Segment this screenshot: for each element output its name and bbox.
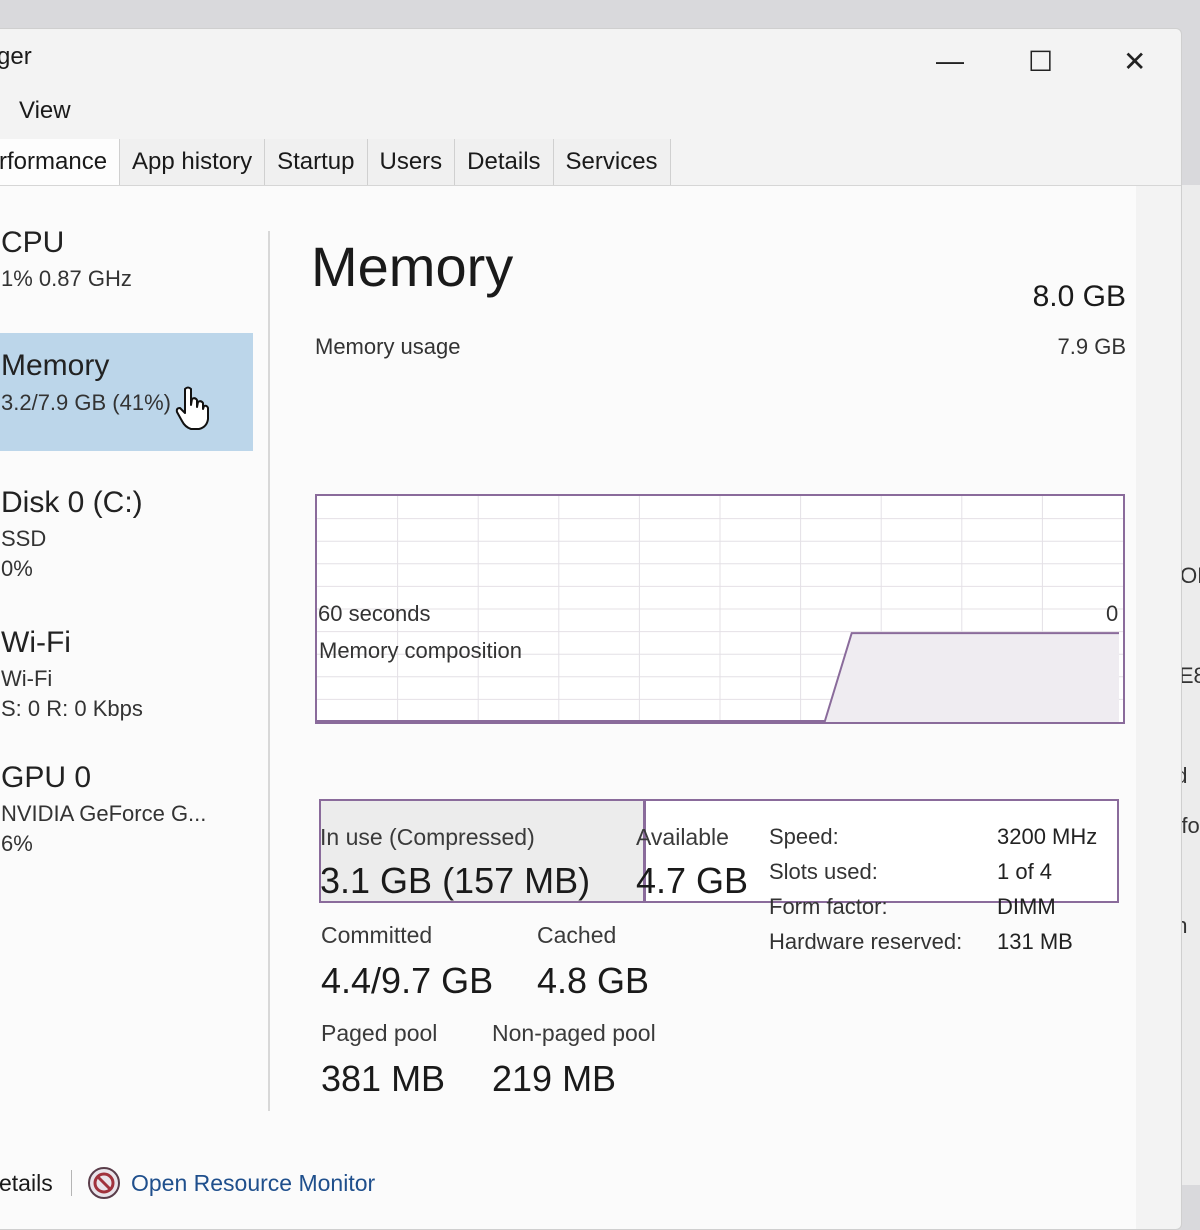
tab-performance[interactable]: rformance (0, 139, 121, 185)
time-axis-left: 60 seconds (318, 601, 431, 626)
slots-used-label: Slots used: (769, 859, 878, 884)
minimize-button[interactable]: — (936, 45, 964, 77)
sidebar-item-detail: 0% (1, 556, 33, 581)
memory-usage-graph (315, 494, 1125, 724)
memory-composition-label: Memory composition (319, 638, 522, 663)
sidebar-item-gpu[interactable]: GPU 0 NVIDIA GeForce G... 6% (0, 751, 253, 861)
fewer-details-link[interactable]: etails (0, 1170, 53, 1197)
slots-used-value: 1 of 4 (997, 859, 1053, 884)
maximize-button[interactable]: ☐ (1028, 45, 1053, 78)
tab-services[interactable]: Services (553, 139, 671, 185)
available-label: Available (636, 824, 729, 850)
sidebar-item-wifi[interactable]: Wi-Fi Wi-Fi S: 0 R: 0 Kbps (0, 616, 253, 726)
tab-startup[interactable]: Startup (265, 139, 368, 185)
open-resource-monitor-link[interactable]: Open Resource Monitor (131, 1170, 375, 1197)
in-use-value: 3.1 GB (157 MB) (320, 860, 591, 901)
footer-bar: etails Open Resource Monitor (0, 1136, 681, 1199)
paged-pool-label: Paged pool (321, 1020, 438, 1046)
task-manager-window: ger — ☐ ✕ View rformance App history Sta… (0, 28, 1182, 1230)
speed-label: Speed: (769, 824, 839, 849)
non-paged-pool-value: 219 MB (492, 1058, 617, 1099)
hardware-reserved-label: Hardware reserved: (769, 929, 963, 954)
sidebar-item-memory[interactable]: Memory 3.2/7.9 GB (41%) (0, 333, 253, 451)
menu-view[interactable]: View (19, 97, 71, 125)
resource-monitor-icon (88, 1167, 120, 1199)
footer-separator (71, 1170, 72, 1196)
sidebar-item-disk[interactable]: Disk 0 (C:) SSD 0% (0, 476, 253, 586)
committed-value: 4.4/9.7 GB (321, 960, 494, 1001)
sidebar-item-name: CPU (1, 226, 65, 259)
memory-usage-max: 7.9 GB (1057, 334, 1126, 359)
cached-label: Cached (537, 922, 617, 948)
sidebar-item-detail: NVIDIA GeForce G... (1, 801, 207, 826)
sidebar-item-name: GPU 0 (1, 761, 92, 794)
paged-pool-value: 381 MB (321, 1058, 446, 1099)
sidebar-item-detail: S: 0 R: 0 Kbps (1, 696, 143, 721)
close-button[interactable]: ✕ (1123, 45, 1146, 78)
form-factor-label: Form factor: (769, 894, 888, 919)
window-title: ger (0, 43, 32, 70)
form-factor-value: DIMM (997, 894, 1056, 919)
tab-details[interactable]: Details (455, 139, 554, 185)
time-axis-right: 0 (1106, 601, 1119, 626)
speed-value: 3200 MHz (997, 824, 1098, 849)
performance-panel: CPU 1% 0.87 GHz Memory 3.2/7.9 GB (41%) … (0, 186, 1136, 1229)
sidebar-item-cpu[interactable]: CPU 1% 0.87 GHz (0, 216, 253, 316)
in-use-label: In use (Compressed) (320, 824, 535, 850)
memory-usage-graph-svg (317, 496, 1123, 722)
non-paged-pool-label: Non-paged pool (492, 1020, 656, 1046)
sidebar-item-name: Disk 0 (C:) (1, 486, 143, 519)
hand-cursor-icon (175, 386, 209, 430)
cached-value: 4.8 GB (537, 960, 650, 1001)
memory-usage-label: Memory usage (315, 334, 461, 359)
available-value: 4.7 GB (636, 860, 749, 901)
sidebar-item-detail: SSD (1, 526, 47, 551)
sidebar-item-name: Memory (1, 349, 110, 382)
sidebar-divider (268, 231, 270, 1111)
committed-label: Committed (321, 922, 433, 948)
tab-users[interactable]: Users (367, 139, 456, 185)
sidebar-item-detail: 1% 0.87 GHz (1, 266, 132, 291)
memory-total: 8.0 GB (1032, 280, 1126, 313)
sidebar-item-detail: 6% (1, 831, 33, 856)
sidebar-item-detail: 3.2/7.9 GB (41%) (1, 390, 171, 415)
hardware-reserved-value: 131 MB (997, 929, 1073, 954)
sidebar-item-detail: Wi-Fi (1, 666, 53, 691)
sidebar-item-name: Wi-Fi (1, 626, 71, 659)
page-title: Memory (311, 235, 514, 298)
tab-bar: rformance App history Startup Users Deta… (0, 139, 671, 185)
tab-app-history[interactable]: App history (120, 139, 266, 185)
